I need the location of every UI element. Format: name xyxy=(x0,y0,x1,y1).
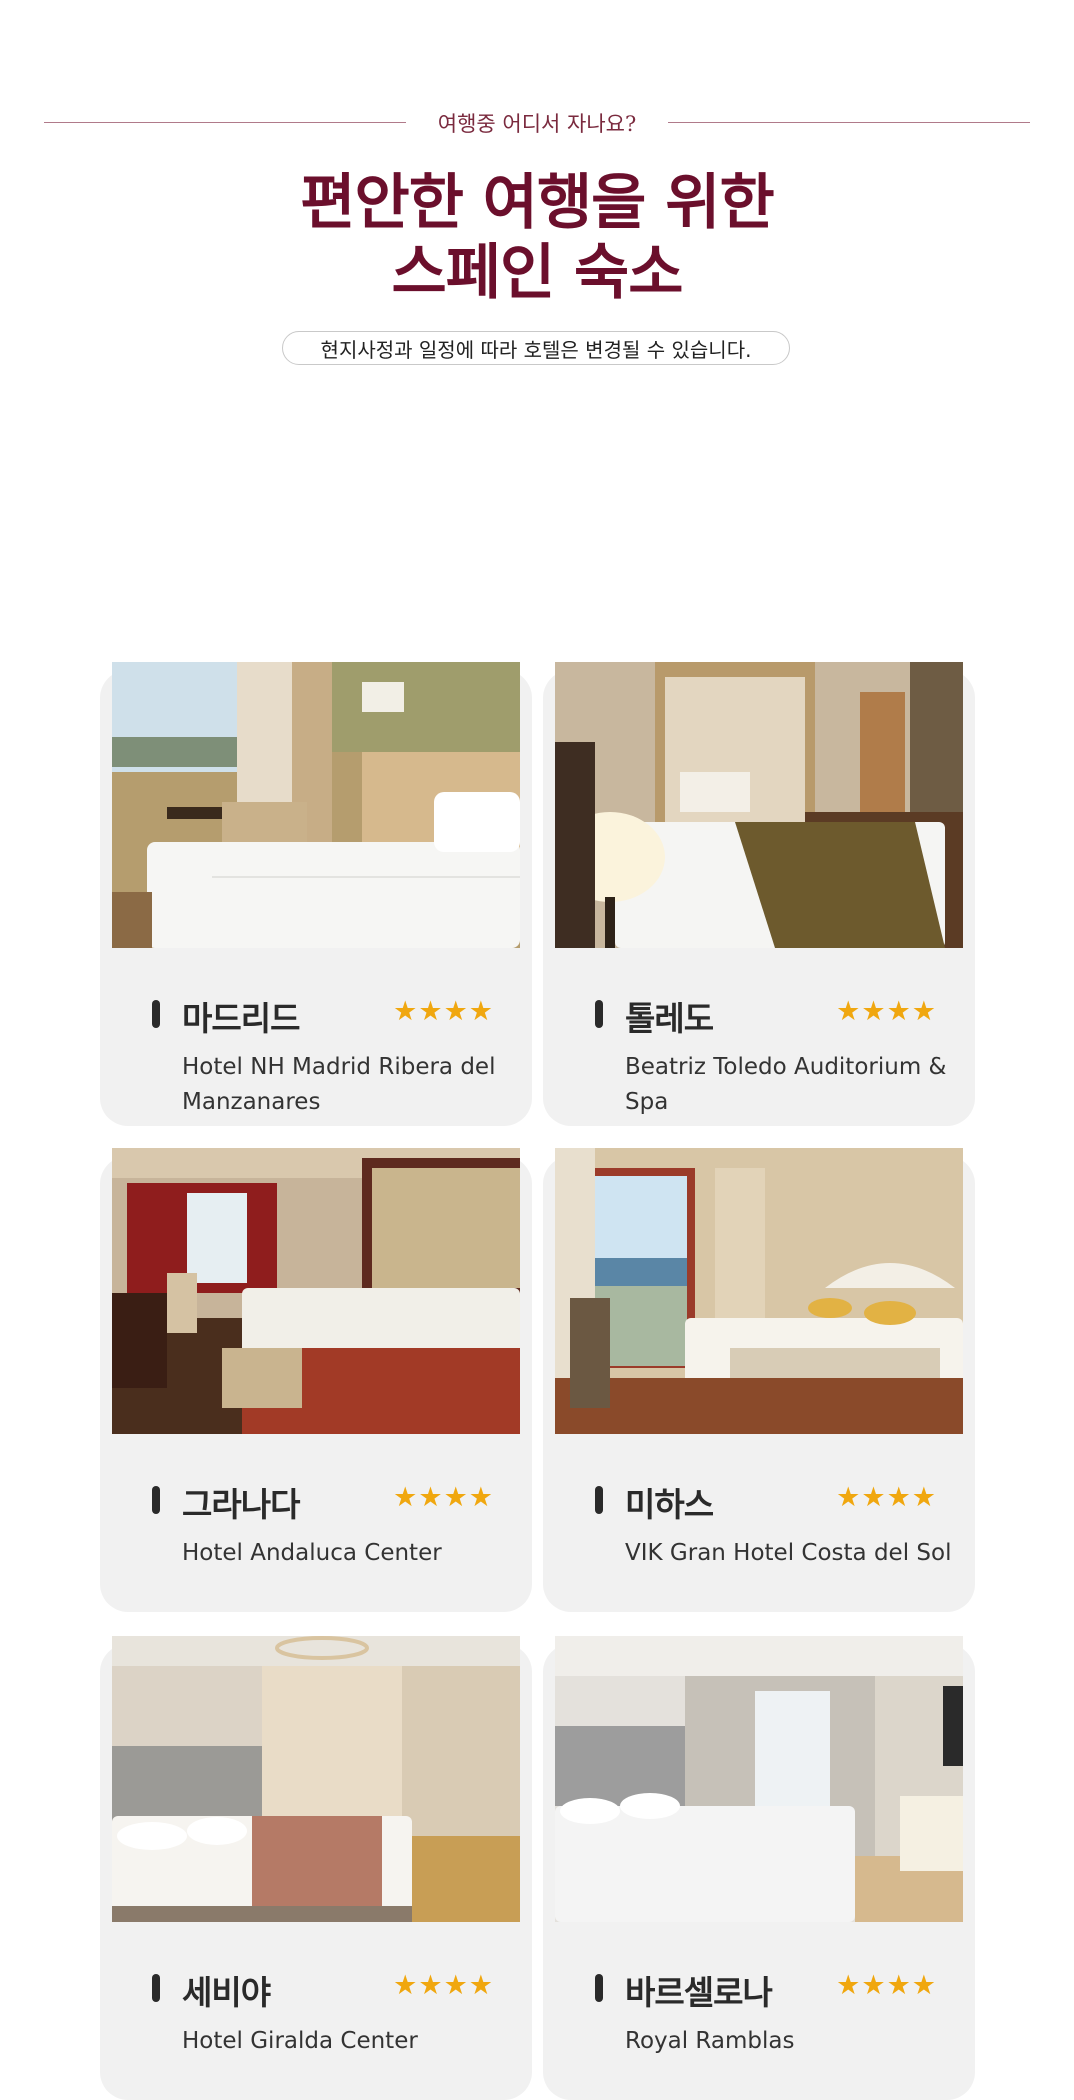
eyebrow-text: 여행중 어디서 자나요? xyxy=(437,112,637,136)
city-name: 미하스 xyxy=(625,1485,714,1524)
star-rating: ★★★★ xyxy=(836,1482,937,1513)
title-bar-marker xyxy=(152,1974,160,2002)
hotel-card-sevilla[interactable]: 세비야 ★★★★ Hotel Giralda Center xyxy=(100,1636,532,2100)
title-line-1: 편안한 여행을 위한 xyxy=(300,168,774,238)
hotel-card-mijas[interactable]: 미하스 ★★★★ VIK Gran Hotel Costa del Sol xyxy=(543,1148,975,1612)
title-bar-marker xyxy=(152,1486,160,1514)
title-bar-marker xyxy=(595,1000,603,1028)
hotel-card-granada[interactable]: 그라나다 ★★★★ Hotel Andaluca Center xyxy=(100,1148,532,1612)
hotel-photo xyxy=(112,662,520,948)
hotel-name: VIK Gran Hotel Costa del Sol xyxy=(625,1540,952,1566)
notice-text: 현지사정과 일정에 따라 호텔은 변경될 수 있습니다. xyxy=(320,337,752,362)
star-rating: ★★★★ xyxy=(393,1482,494,1513)
notice-pill: 현지사정과 일정에 따라 호텔은 변경될 수 있습니다. xyxy=(282,331,790,365)
star-rating: ★★★★ xyxy=(836,996,937,1027)
star-rating: ★★★★ xyxy=(393,1970,494,2001)
hotel-photo xyxy=(112,1636,520,1922)
star-rating: ★★★★ xyxy=(836,1970,937,2001)
hotel-card-madrid[interactable]: 마드리드 ★★★★ Hotel NH Madrid Ribera del Man… xyxy=(100,662,532,1126)
title-bar-marker xyxy=(595,1974,603,2002)
hotel-card-toledo[interactable]: 톨레도 ★★★★ Beatriz Toledo Auditorium & Spa xyxy=(543,662,975,1126)
hotel-name: Beatriz Toledo Auditorium & Spa xyxy=(625,1054,947,1115)
city-name: 톨레도 xyxy=(625,999,714,1038)
page-title: 편안한 여행을 위한 스페인 숙소 xyxy=(0,168,1074,308)
city-name: 바르셀로나 xyxy=(625,1973,773,2012)
city-name: 그라나다 xyxy=(182,1485,300,1524)
title-bar-marker xyxy=(595,1486,603,1514)
title-line-2: 스페인 숙소 xyxy=(391,238,684,308)
city-name: 마드리드 xyxy=(182,999,300,1038)
title-bar-marker xyxy=(152,1000,160,1028)
hotel-name: Royal Ramblas xyxy=(625,2028,795,2054)
hotel-name: Hotel NH Madrid Ribera del Manzanares xyxy=(182,1054,496,1115)
star-rating: ★★★★ xyxy=(393,996,494,1027)
hotel-card-barcelona[interactable]: 바르셀로나 ★★★★ Royal Ramblas xyxy=(543,1636,975,2100)
hotel-photo xyxy=(555,1636,963,1922)
hotel-photo xyxy=(112,1148,520,1434)
hotel-name: Hotel Giralda Center xyxy=(182,2028,418,2054)
hotel-photo xyxy=(555,1148,963,1434)
hotel-photo xyxy=(555,662,963,948)
hotel-name: Hotel Andaluca Center xyxy=(182,1540,442,1566)
city-name: 세비야 xyxy=(182,1973,271,2012)
